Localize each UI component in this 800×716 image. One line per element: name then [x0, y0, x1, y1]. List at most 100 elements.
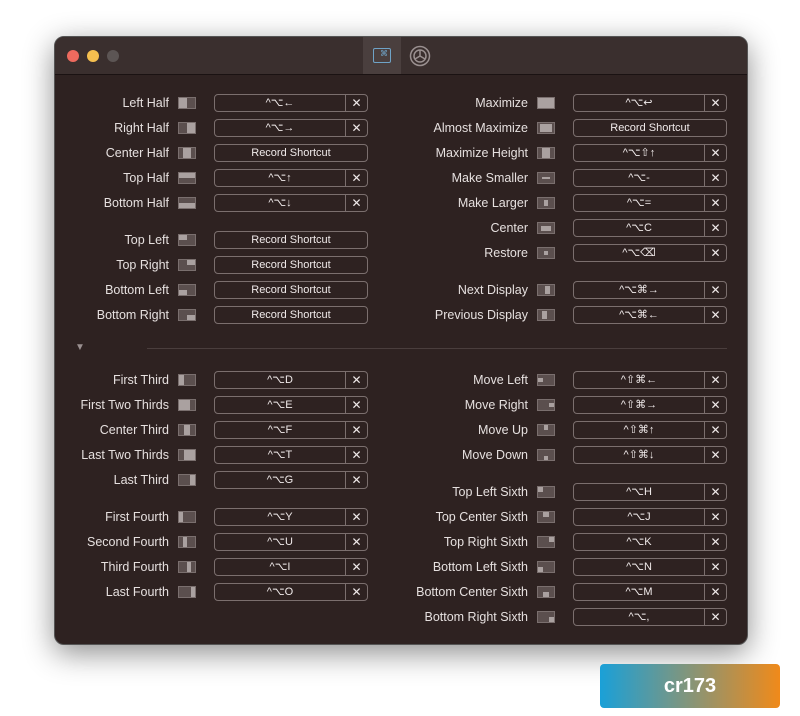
- shortcut-value[interactable]: ^⌥J: [574, 509, 705, 525]
- shortcut-value[interactable]: ^⇧⌘→: [574, 397, 705, 413]
- shortcut-row-top-center-sixth: Top Center Sixth ^⌥J ✕: [55, 507, 747, 527]
- shortcut-value[interactable]: ^⌥H: [574, 484, 705, 500]
- shortcut-value[interactable]: ^⇧⌘↑: [574, 422, 705, 438]
- shortcut-value[interactable]: ^⌥M: [574, 584, 705, 600]
- clear-shortcut-button[interactable]: ✕: [705, 584, 726, 600]
- clear-shortcut-button[interactable]: ✕: [705, 422, 726, 438]
- move-right-icon: [537, 399, 555, 411]
- maximize-height-icon: [537, 147, 555, 159]
- shortcut-row-maximize: Maximize ^⌥↩ ✕: [55, 93, 747, 113]
- shortcut-label: Top Center Sixth: [435, 510, 528, 524]
- shortcut-row-make-smaller: Make Smaller ^⌥- ✕: [55, 168, 747, 188]
- clear-shortcut-button[interactable]: ✕: [705, 559, 726, 575]
- top-center-sixth-icon: [537, 511, 555, 523]
- disclosure-triangle-icon[interactable]: ▼: [75, 342, 85, 353]
- clear-shortcut-button[interactable]: ✕: [705, 245, 726, 261]
- shortcut-value[interactable]: ^⌥⌘→: [574, 282, 705, 298]
- clear-shortcut-button[interactable]: ✕: [705, 397, 726, 413]
- clear-shortcut-button[interactable]: ✕: [705, 509, 726, 525]
- clear-shortcut-button[interactable]: ✕: [705, 145, 726, 161]
- shortcut-row-top-right-sixth: Top Right Sixth ^⌥K ✕: [55, 532, 747, 552]
- shortcut-value[interactable]: ^⌥=: [574, 195, 705, 211]
- shortcut-recorder[interactable]: ^⌥J ✕: [573, 508, 727, 526]
- title-bar: ⌘: [55, 37, 747, 75]
- top-right-sixth-icon: [537, 536, 555, 548]
- record-shortcut-button[interactable]: Record Shortcut: [574, 120, 726, 136]
- clear-shortcut-button[interactable]: ✕: [705, 609, 726, 625]
- zoom-button[interactable]: [107, 50, 119, 62]
- clear-shortcut-button[interactable]: ✕: [705, 484, 726, 500]
- shortcut-row-previous-display: Previous Display ^⌥⌘← ✕: [55, 305, 747, 325]
- shortcut-row-move-down: Move Down ^⇧⌘↓ ✕: [55, 445, 747, 465]
- shortcut-label: Bottom Left Sixth: [432, 560, 528, 574]
- shortcut-recorder[interactable]: ^⇧⌘↑ ✕: [573, 421, 727, 439]
- clear-shortcut-button[interactable]: ✕: [705, 170, 726, 186]
- shortcut-value[interactable]: ^⌥⇧↑: [574, 145, 705, 161]
- watermark-logo: cr173: [600, 664, 780, 708]
- shortcut-recorder[interactable]: ^⌥⌘→ ✕: [573, 281, 727, 299]
- make-smaller-icon: [537, 172, 555, 184]
- shortcut-label: Maximize: [475, 96, 528, 110]
- shortcut-label: Make Larger: [457, 196, 528, 210]
- shortcut-value[interactable]: ^⌥⌘←: [574, 307, 705, 323]
- move-up-icon: [537, 424, 555, 436]
- clear-shortcut-button[interactable]: ✕: [705, 372, 726, 388]
- shortcut-value[interactable]: ^⌥K: [574, 534, 705, 550]
- bottom-center-sixth-icon: [537, 586, 555, 598]
- shortcut-recorder[interactable]: ^⌥⇧↑ ✕: [573, 144, 727, 162]
- shortcut-value[interactable]: ^⌥N: [574, 559, 705, 575]
- clear-shortcut-button[interactable]: ✕: [705, 220, 726, 236]
- shortcut-row-almost-maximize: Almost Maximize Record Shortcut: [55, 118, 747, 138]
- shortcut-row-bottom-left-sixth: Bottom Left Sixth ^⌥N ✕: [55, 557, 747, 577]
- top-left-sixth-icon: [537, 486, 555, 498]
- shortcut-label: Restore: [484, 246, 528, 260]
- clear-shortcut-button[interactable]: ✕: [705, 282, 726, 298]
- shortcut-recorder[interactable]: ^⇧⌘→ ✕: [573, 396, 727, 414]
- clear-shortcut-button[interactable]: ✕: [705, 95, 726, 111]
- shortcut-recorder[interactable]: ^⌥↩ ✕: [573, 94, 727, 112]
- shortcut-recorder[interactable]: ^⌥- ✕: [573, 169, 727, 187]
- clear-shortcut-button[interactable]: ✕: [705, 307, 726, 323]
- clear-shortcut-button[interactable]: ✕: [705, 447, 726, 463]
- close-button[interactable]: [67, 50, 79, 62]
- shortcut-recorder[interactable]: ^⇧⌘↓ ✕: [573, 446, 727, 464]
- tab-shortcuts[interactable]: ⌘: [363, 37, 401, 74]
- shortcut-value[interactable]: ^⌥,: [574, 609, 705, 625]
- shortcut-recorder[interactable]: ^⌥= ✕: [573, 194, 727, 212]
- shortcut-recorder[interactable]: ^⌥K ✕: [573, 533, 727, 551]
- shortcut-recorder[interactable]: Record Shortcut: [573, 119, 727, 137]
- shortcut-recorder[interactable]: ^⌥H ✕: [573, 483, 727, 501]
- shortcut-value[interactable]: ^⌥-: [574, 170, 705, 186]
- shortcut-row-maximize-height: Maximize Height ^⌥⇧↑ ✕: [55, 143, 747, 163]
- shortcut-recorder[interactable]: ^⌥⌘← ✕: [573, 306, 727, 324]
- keyboard-command-icon: ⌘: [373, 48, 391, 63]
- shortcut-recorder[interactable]: ^⌥N ✕: [573, 558, 727, 576]
- shortcut-label: Next Display: [457, 283, 528, 297]
- tab-settings[interactable]: [401, 37, 439, 74]
- minimize-button[interactable]: [87, 50, 99, 62]
- clear-shortcut-button[interactable]: ✕: [705, 195, 726, 211]
- shortcut-recorder[interactable]: ^⌥M ✕: [573, 583, 727, 601]
- almost-maximize-icon: [537, 122, 555, 134]
- shortcut-row-restore: Restore ^⌥⌫ ✕: [55, 243, 747, 263]
- shortcut-value[interactable]: ^⌥⌫: [574, 245, 705, 261]
- shortcut-label: Bottom Center Sixth: [416, 585, 528, 599]
- shortcut-value[interactable]: ^⌥↩: [574, 95, 705, 111]
- section-divider: [147, 348, 727, 349]
- shortcut-label: Previous Display: [434, 308, 528, 322]
- shortcut-label: Top Left Sixth: [452, 485, 528, 499]
- shortcut-label: Move Up: [477, 423, 528, 437]
- shortcut-label: Move Left: [473, 373, 528, 387]
- shortcut-value[interactable]: ^⇧⌘↓: [574, 447, 705, 463]
- shortcut-row-bottom-center-sixth: Bottom Center Sixth ^⌥M ✕: [55, 582, 747, 602]
- shortcut-recorder[interactable]: ^⌥⌫ ✕: [573, 244, 727, 262]
- preferences-window: ⌘ Left Half ^⌥← ✕ Right Half ^⌥→ ✕ Center Half…: [54, 36, 748, 645]
- shortcut-value[interactable]: ^⇧⌘←: [574, 372, 705, 388]
- shortcut-value[interactable]: ^⌥C: [574, 220, 705, 236]
- shortcut-label: Bottom Right Sixth: [424, 610, 528, 624]
- shortcut-recorder[interactable]: ^⇧⌘← ✕: [573, 371, 727, 389]
- shortcut-recorder[interactable]: ^⌥, ✕: [573, 608, 727, 626]
- gear-icon: [409, 45, 431, 66]
- shortcut-recorder[interactable]: ^⌥C ✕: [573, 219, 727, 237]
- clear-shortcut-button[interactable]: ✕: [705, 534, 726, 550]
